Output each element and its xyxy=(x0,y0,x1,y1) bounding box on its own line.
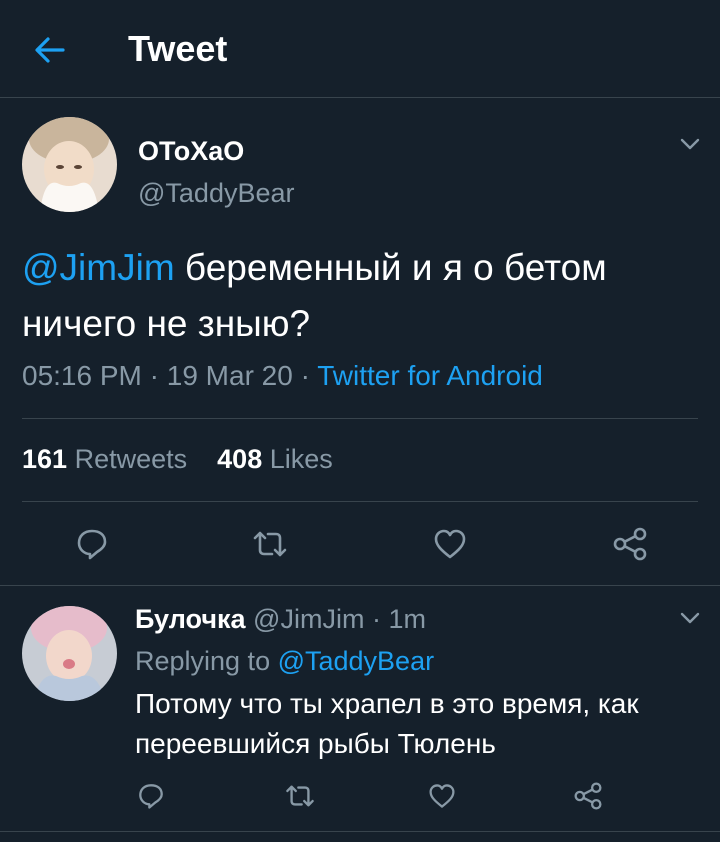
comment-icon xyxy=(139,784,163,809)
retweets-label: Retweets xyxy=(74,444,188,474)
reply-like-button[interactable] xyxy=(424,778,460,814)
share-icon xyxy=(574,782,602,810)
like-button[interactable] xyxy=(428,522,472,566)
tweet-source-link[interactable]: Twitter for Android xyxy=(317,360,543,391)
reply-button[interactable] xyxy=(70,522,114,566)
reply-text: Потому что ты храпел в это время, как пе… xyxy=(135,688,639,759)
replying-to: Replying to @TaddyBear xyxy=(135,646,434,677)
divider xyxy=(22,501,698,502)
author-avatar[interactable] xyxy=(22,117,117,212)
replying-to-link[interactable]: @TaddyBear xyxy=(278,646,435,676)
likes-label: Likes xyxy=(269,444,333,474)
share-icon xyxy=(613,527,647,561)
tweet-time: 05:16 PM xyxy=(22,360,142,391)
retweets-stat[interactable]: 161 Retweets xyxy=(22,444,187,474)
reply-time-separator: · xyxy=(364,604,389,634)
comment-icon xyxy=(77,529,107,560)
reply-menu-button[interactable] xyxy=(676,604,704,632)
likes-stat[interactable]: 408 Likes xyxy=(217,444,333,474)
author-handle[interactable]: @TaddyBear xyxy=(138,178,295,209)
retweet-icon xyxy=(286,785,314,807)
reply-author-handle[interactable]: @JimJim xyxy=(253,604,364,634)
heart-icon xyxy=(434,529,466,559)
page-title: Tweet xyxy=(128,28,228,69)
retweet-icon xyxy=(253,531,287,557)
back-button[interactable] xyxy=(30,30,70,70)
tweet-stats: 161 Retweets 408 Likes xyxy=(22,444,333,475)
reply-time: 1m xyxy=(388,604,426,634)
reply-author-name[interactable]: Булочка xyxy=(135,604,246,634)
divider xyxy=(0,831,720,832)
meta-separator: · xyxy=(141,360,167,391)
reply-share-button[interactable] xyxy=(570,778,606,814)
arrow-left-icon xyxy=(35,37,65,63)
divider xyxy=(0,585,720,586)
tweet-text: @JimJim беременный и я о бетом ничего не… xyxy=(22,240,702,352)
likes-count: 408 xyxy=(217,444,263,474)
share-button[interactable] xyxy=(608,522,652,566)
reply-header: Булочка @JimJim · 1m xyxy=(135,604,426,635)
heart-icon xyxy=(429,784,455,808)
tweet-menu-button[interactable] xyxy=(676,130,704,158)
top-bar: Tweet xyxy=(0,0,720,98)
replying-label: Replying to xyxy=(135,646,278,676)
chevron-down-icon xyxy=(680,612,700,624)
author-name[interactable]: ОТоXaО xyxy=(138,136,244,167)
divider xyxy=(22,418,698,419)
chevron-down-icon xyxy=(680,138,700,150)
reply-reply-button[interactable] xyxy=(133,778,169,814)
tweet-meta: 05:16 PM · 19 Mar 20 · Twitter for Andro… xyxy=(22,360,543,392)
retweet-button[interactable] xyxy=(248,522,292,566)
tweet-date: 19 Mar 20 xyxy=(166,360,293,391)
meta-separator: · xyxy=(292,360,318,391)
mention-link[interactable]: @JimJim xyxy=(22,247,175,288)
retweets-count: 161 xyxy=(22,444,68,474)
reply-retweet-button[interactable] xyxy=(282,778,318,814)
reply-author-avatar[interactable] xyxy=(22,606,117,701)
